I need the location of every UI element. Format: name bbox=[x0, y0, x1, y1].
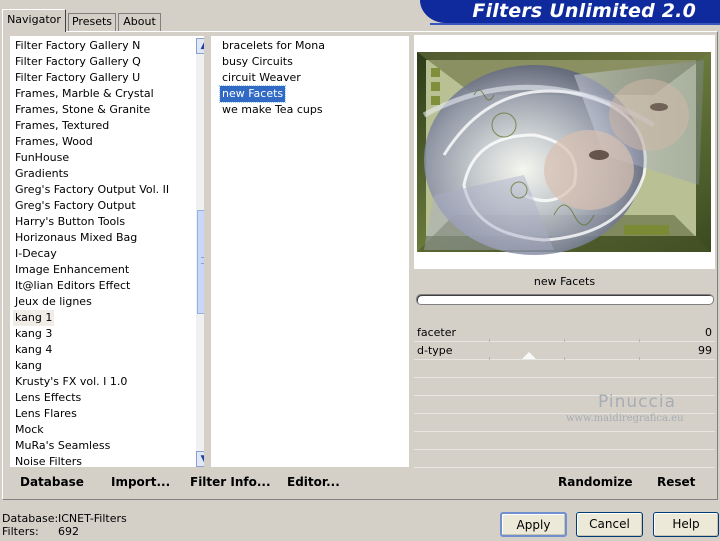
scroll-down-button[interactable]: ▼ bbox=[196, 451, 204, 467]
tab-navigator[interactable]: Navigator bbox=[2, 9, 66, 32]
param-label: d-type bbox=[417, 344, 453, 357]
param-row-empty bbox=[414, 360, 715, 378]
category-item[interactable]: Filter Factory Gallery N bbox=[13, 38, 142, 54]
grip-icon bbox=[201, 257, 204, 264]
category-item[interactable]: Greg's Factory Output Vol. II bbox=[13, 182, 171, 198]
preview-filter-name: new Facets bbox=[533, 275, 596, 288]
watermark-site: www.maidiregrafica.eu bbox=[566, 413, 684, 424]
filters-count: 692 bbox=[58, 525, 79, 538]
category-item[interactable]: Frames, Wood bbox=[13, 134, 95, 150]
filter-list[interactable]: bracelets for Mona busy Circuits circuit W… bbox=[210, 35, 410, 468]
category-item[interactable]: Krusty's FX vol. I 1.0 bbox=[13, 374, 129, 390]
app-title-banner: Filters Unlimited 2.0 bbox=[420, 0, 720, 23]
category-item[interactable]: Lens Flares bbox=[13, 406, 79, 422]
database-button[interactable]: Database bbox=[20, 475, 84, 489]
right-toolbar: Randomize Reset bbox=[414, 470, 715, 496]
filter-item[interactable]: we make Tea cups bbox=[220, 102, 325, 118]
category-item[interactable]: MuRa's Seamless bbox=[13, 438, 112, 454]
param-row-empty bbox=[414, 432, 715, 450]
param-row-faceter[interactable]: faceter 0 bbox=[414, 324, 715, 342]
database-label: Database: bbox=[2, 512, 59, 525]
chevron-up-icon: ▲ bbox=[201, 41, 204, 51]
tab-bar: Navigator Presets About bbox=[0, 0, 420, 32]
tab-presets[interactable]: Presets bbox=[68, 13, 116, 31]
param-row-empty bbox=[414, 450, 715, 468]
category-scrollbar[interactable]: ▲ ▼ bbox=[196, 38, 204, 467]
category-item[interactable]: Jeux de lignes bbox=[13, 294, 94, 310]
category-item[interactable]: Frames, Stone & Granite bbox=[13, 102, 152, 118]
filter-item[interactable]: new Facets bbox=[218, 85, 287, 103]
randomize-button[interactable]: Randomize bbox=[558, 475, 632, 489]
chevron-down-icon: ▼ bbox=[201, 454, 204, 464]
filter-info-button[interactable]: Filter Info... bbox=[190, 475, 271, 489]
progress-bar bbox=[416, 294, 714, 305]
param-value: 0 bbox=[705, 326, 712, 339]
param-row-d-type[interactable]: d-type 99 bbox=[414, 342, 715, 360]
slider-pointer-icon bbox=[522, 352, 536, 359]
category-item[interactable]: FunHouse bbox=[13, 150, 71, 166]
help-button[interactable]: Help bbox=[653, 512, 719, 537]
import-button[interactable]: Import... bbox=[111, 475, 170, 489]
filter-item[interactable]: busy Circuits bbox=[220, 54, 295, 70]
category-item[interactable]: Noise Filters bbox=[13, 454, 84, 467]
category-item[interactable]: It@lian Editors Effect bbox=[13, 278, 132, 294]
editor-button[interactable]: Editor... bbox=[287, 475, 340, 489]
category-list[interactable]: Filter Factory Gallery N Filter Factory G… bbox=[9, 35, 205, 468]
category-item[interactable]: Harry's Button Tools bbox=[13, 214, 127, 230]
category-item[interactable]: Gradients bbox=[13, 166, 71, 182]
param-value: 99 bbox=[698, 344, 712, 357]
preview-image bbox=[414, 35, 715, 269]
filter-item[interactable]: circuit Weaver bbox=[220, 70, 303, 86]
category-item[interactable]: kang 4 bbox=[13, 342, 54, 358]
apply-button[interactable]: Apply bbox=[500, 512, 567, 537]
category-item[interactable]: kang bbox=[13, 358, 44, 374]
category-item[interactable]: Filter Factory Gallery U bbox=[13, 70, 142, 86]
status-info: Database:ICNET-Filters Filters: 692 bbox=[2, 512, 127, 538]
category-item[interactable]: Frames, Textured bbox=[13, 118, 111, 134]
filters-label: Filters: bbox=[2, 525, 39, 538]
scroll-up-button[interactable]: ▲ bbox=[196, 38, 204, 54]
category-item[interactable]: Image Enhancement bbox=[13, 262, 131, 278]
category-item[interactable]: Filter Factory Gallery Q bbox=[13, 54, 143, 70]
preview-thumbnail bbox=[414, 35, 715, 269]
category-item[interactable]: kang 1 bbox=[13, 310, 55, 326]
left-toolbar: Database Import... Filter Info... Editor… bbox=[9, 470, 410, 496]
database-value: ICNET-Filters bbox=[58, 512, 127, 525]
category-item[interactable]: Mock bbox=[13, 422, 46, 438]
category-item[interactable]: Horizonaus Mixed Bag bbox=[13, 230, 139, 246]
banner-underline bbox=[430, 23, 720, 25]
watermark-name: Pinuccia bbox=[598, 392, 676, 412]
category-item[interactable]: Greg's Factory Output bbox=[13, 198, 138, 214]
scroll-thumb[interactable] bbox=[197, 210, 204, 314]
param-label: faceter bbox=[417, 326, 457, 339]
cancel-button[interactable]: Cancel bbox=[576, 512, 643, 537]
reset-button[interactable]: Reset bbox=[657, 475, 695, 489]
tab-about[interactable]: About bbox=[118, 13, 161, 31]
category-item[interactable]: I-Decay bbox=[13, 246, 59, 262]
filter-item[interactable]: bracelets for Mona bbox=[220, 38, 327, 54]
category-item[interactable]: Frames, Marble & Crystal bbox=[13, 86, 156, 102]
category-item[interactable]: kang 3 bbox=[13, 326, 54, 342]
category-item[interactable]: Lens Effects bbox=[13, 390, 83, 406]
